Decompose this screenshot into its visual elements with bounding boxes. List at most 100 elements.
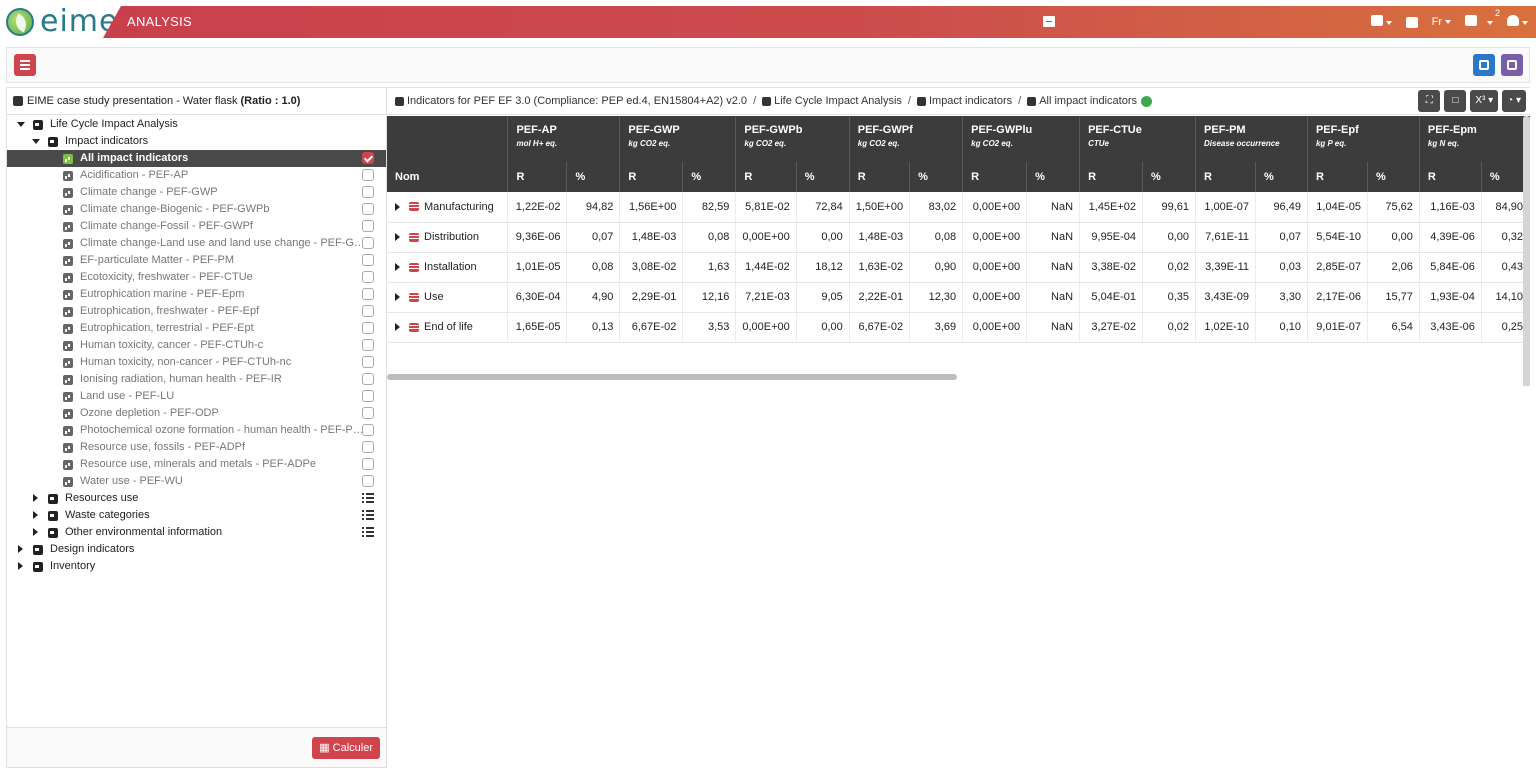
indicator-checkbox[interactable]	[362, 373, 374, 385]
life-cycle-phase-cell[interactable]: Manufacturing	[387, 192, 509, 223]
tree-node-inventory[interactable]: Inventory	[7, 558, 386, 575]
indicator-checkbox[interactable]	[362, 339, 374, 351]
notifications-button[interactable]: 2	[1465, 8, 1500, 29]
table-row[interactable]: Installation 1,01E-05 0,08 3,08E-02 1,63 1,44…	[387, 252, 1530, 283]
checklist-icon[interactable]	[362, 527, 374, 537]
indicator-checkbox[interactable]	[362, 169, 374, 181]
indicator-header[interactable]: PEF-GWPlu kg CO2 eq.	[962, 116, 1081, 162]
caret-right-icon[interactable]	[395, 202, 400, 211]
table-row[interactable]: Manufacturing 1,22E-02 94,82 1,56E+00 82,59 5…	[387, 192, 1530, 223]
caret-right-icon[interactable]	[33, 528, 38, 536]
book-menu[interactable]	[1370, 15, 1392, 29]
life-cycle-phase-cell[interactable]: End of life	[387, 312, 509, 343]
tree-node-lcia[interactable]: Life Cycle Impact Analysis	[7, 116, 386, 133]
keyboard-icon[interactable]	[1405, 16, 1418, 28]
hamburger-menu-button[interactable]	[14, 54, 36, 76]
tree-item-indicator[interactable]: EF-particulate Matter - PEF-PM	[7, 252, 386, 269]
tree-item-indicator[interactable]: Eutrophication marine - PEF-Epm	[7, 286, 386, 303]
tree-item-indicator[interactable]: Ecotoxicity, freshwater - PEF-CTUe	[7, 269, 386, 286]
tree-item-indicator[interactable]: Climate change-Land use and land use cha…	[7, 235, 386, 252]
vertical-scrollbar[interactable]	[1523, 116, 1530, 386]
tree-item-all-impact-indicators[interactable]: All impact indicators	[7, 150, 386, 167]
breadcrumb-item[interactable]: Indicators for PEF EF 3.0 (Compliance: P…	[407, 95, 747, 107]
export-file-button[interactable]: □	[1444, 90, 1467, 112]
indicator-header[interactable]: PEF-Epf kg P eq.	[1307, 116, 1420, 162]
indicator-checkbox[interactable]	[362, 186, 374, 198]
user-menu[interactable]	[1507, 15, 1528, 29]
tree-item-indicator[interactable]: Climate change-Fossil - PEF-GWPf	[7, 218, 386, 235]
percent-column-header[interactable]: %	[796, 162, 850, 192]
percent-column-header[interactable]: %	[566, 162, 621, 192]
indicator-checkbox[interactable]	[362, 390, 374, 402]
percent-column-header[interactable]: %	[1255, 162, 1308, 192]
hierarchy-view-button[interactable]	[1473, 54, 1495, 76]
tree-item-indicator[interactable]: Resource use, fossils - PEF-ADPf	[7, 439, 386, 456]
archive-icon[interactable]	[1043, 16, 1055, 27]
tree-item-indicator[interactable]: Ozone depletion - PEF-ODP	[7, 405, 386, 422]
tree-item-indicator[interactable]: Eutrophication, freshwater - PEF-Epf	[7, 303, 386, 320]
indicator-checkbox[interactable]	[362, 458, 374, 470]
tree-item-indicator[interactable]: Climate change-Biogenic - PEF-GWPb	[7, 201, 386, 218]
tree-item-indicator[interactable]: Eutrophication, terrestrial - PEF-Ept	[7, 320, 386, 337]
indicator-checkbox[interactable]	[362, 424, 374, 436]
indicator-checkbox[interactable]	[362, 322, 374, 334]
result-column-header[interactable]: R	[1419, 162, 1482, 192]
tree-node-design-indicators[interactable]: Design indicators	[7, 541, 386, 558]
indicator-header[interactable]: PEF-GWP kg CO2 eq.	[619, 116, 737, 162]
tree-node-other-env-info[interactable]: Other environmental information	[7, 524, 386, 541]
indicator-header[interactable]: PEF-PM Disease occurrence	[1195, 116, 1308, 162]
tree-node-waste-categories[interactable]: Waste categories	[7, 507, 386, 524]
caret-right-icon[interactable]	[33, 494, 38, 502]
tree-item-indicator[interactable]: Land use - PEF-LU	[7, 388, 386, 405]
table-row[interactable]: Distribution 9,36E-06 0,07 1,48E-03 0,08 0,00…	[387, 222, 1530, 253]
result-column-header[interactable]: R	[1195, 162, 1256, 192]
calculate-button[interactable]: ▦ Calculer	[312, 737, 380, 759]
indicator-checkbox[interactable]	[362, 152, 374, 164]
checklist-icon[interactable]	[362, 510, 374, 520]
breadcrumb-item[interactable]: Life Cycle Impact Analysis	[774, 95, 902, 107]
indicator-header[interactable]: PEF-Epm kg N eq.	[1419, 116, 1530, 162]
percent-column-header[interactable]: %	[1367, 162, 1420, 192]
percent-column-header[interactable]: %	[909, 162, 964, 192]
caret-right-icon[interactable]	[33, 511, 38, 519]
indicator-header[interactable]: PEF-GWPb kg CO2 eq.	[735, 116, 850, 162]
chart-type-button[interactable]: ◔ ▾	[1502, 90, 1526, 112]
percent-column-header[interactable]: %	[1142, 162, 1197, 192]
compare-button[interactable]	[1501, 54, 1523, 76]
result-column-header[interactable]: R	[507, 162, 568, 192]
indicator-checkbox[interactable]	[362, 254, 374, 266]
caret-down-icon[interactable]	[32, 139, 40, 144]
indicator-checkbox[interactable]	[362, 271, 374, 283]
indicator-checkbox[interactable]	[362, 475, 374, 487]
result-column-header[interactable]: R	[849, 162, 911, 192]
exponent-format-button[interactable]: X³ ▾	[1470, 90, 1499, 112]
tree-item-indicator[interactable]: Human toxicity, non-cancer - PEF-CTUh-nc	[7, 354, 386, 371]
tree-item-indicator[interactable]: Ionising radiation, human health - PEF-I…	[7, 371, 386, 388]
life-cycle-phase-cell[interactable]: Use	[387, 282, 509, 313]
result-column-header[interactable]: R	[1079, 162, 1144, 192]
tree-item-indicator[interactable]: Resource use, minerals and metals - PEF-…	[7, 456, 386, 473]
table-row[interactable]: End of life 1,65E-05 0,13 6,67E-02 3,53 0,00E…	[387, 312, 1530, 343]
caret-right-icon[interactable]	[395, 323, 400, 332]
tree-item-indicator[interactable]: Photochemical ozone formation - human he…	[7, 422, 386, 439]
nom-header[interactable]: Nom	[387, 162, 509, 192]
percent-column-header[interactable]: %	[682, 162, 737, 192]
indicator-header[interactable]: PEF-CTUe CTUe	[1079, 116, 1197, 162]
indicator-checkbox[interactable]	[362, 288, 374, 300]
caret-right-icon[interactable]	[395, 233, 400, 242]
percent-column-header[interactable]: %	[1026, 162, 1081, 192]
tree-item-indicator[interactable]: Climate change - PEF-GWP	[7, 184, 386, 201]
life-cycle-phase-cell[interactable]: Installation	[387, 252, 509, 283]
fullscreen-button[interactable]: ⛶	[1418, 90, 1441, 112]
indicator-checkbox[interactable]	[362, 441, 374, 453]
indicator-checkbox[interactable]	[362, 203, 374, 215]
tree-item-indicator[interactable]: Acidification - PEF-AP	[7, 167, 386, 184]
language-menu[interactable]: Fr	[1432, 16, 1451, 28]
caret-down-icon[interactable]	[17, 122, 25, 127]
caret-right-icon[interactable]	[18, 562, 23, 570]
indicator-header[interactable]: PEF-GWPf kg CO2 eq.	[849, 116, 964, 162]
life-cycle-phase-cell[interactable]: Distribution	[387, 222, 509, 253]
caret-right-icon[interactable]	[395, 293, 400, 302]
indicator-checkbox[interactable]	[362, 356, 374, 368]
indicator-checkbox[interactable]	[362, 220, 374, 232]
